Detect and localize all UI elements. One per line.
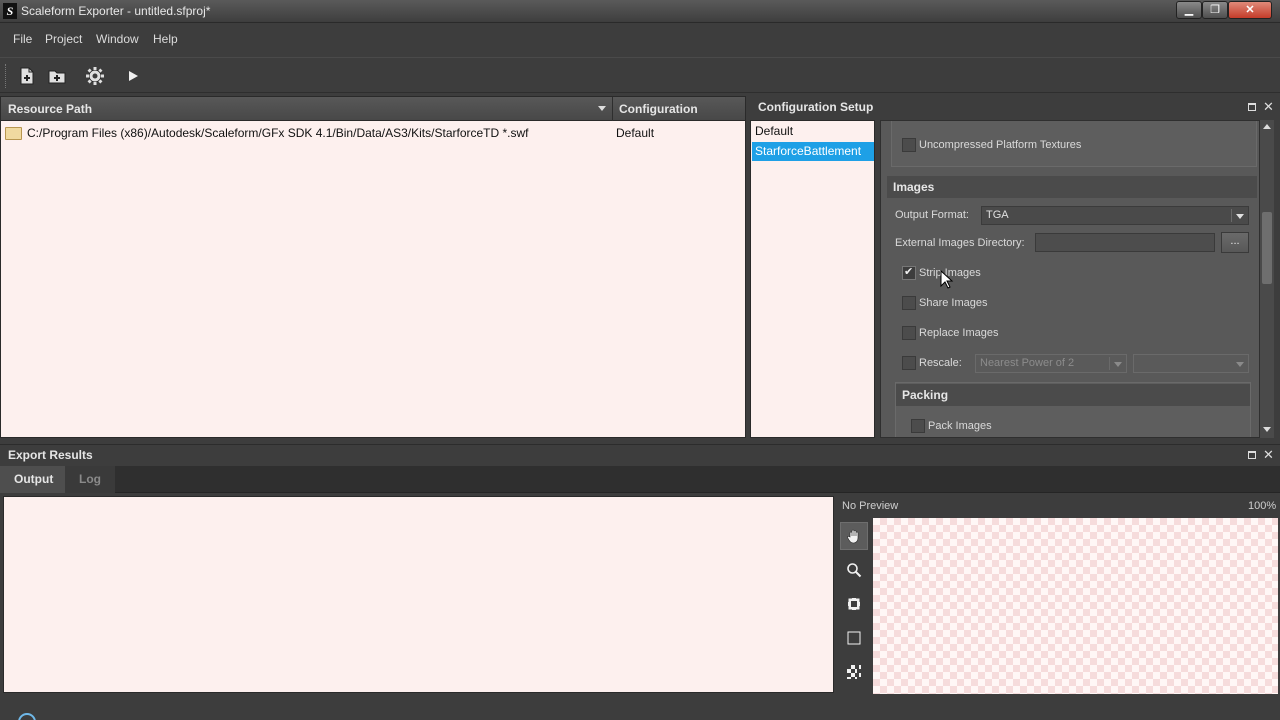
status-bar	[0, 697, 1280, 720]
config-item-default[interactable]: Default	[752, 122, 874, 141]
preview-canvas[interactable]	[873, 518, 1278, 694]
close-panel-icon[interactable]: ✕	[1263, 99, 1274, 115]
preview-toolbar	[838, 518, 870, 694]
resource-path-header[interactable]: Resource Path	[8, 102, 92, 116]
window-title: Scaleform Exporter - untitled.sfproj*	[21, 4, 211, 18]
menu-project[interactable]: Project	[45, 32, 82, 46]
menu-window[interactable]: Window	[96, 32, 139, 46]
table-row[interactable]: C:/Program Files (x86)/Autodesk/Scalefor…	[1, 124, 745, 142]
rescale-mode-select[interactable]: Nearest Power of 2	[975, 354, 1127, 373]
menu-help[interactable]: Help	[153, 32, 178, 46]
chevron-down-icon	[1236, 362, 1244, 367]
zoom-tool-button[interactable]	[840, 556, 868, 584]
share-images-checkbox[interactable]	[902, 296, 916, 310]
config-scrollbar[interactable]	[1260, 120, 1274, 438]
checker-background-button[interactable]	[840, 658, 868, 686]
status-spinner-icon	[18, 713, 36, 720]
resource-config-cell: Default	[616, 126, 655, 140]
config-setup-header: Configuration Setup ✕	[750, 96, 1280, 118]
replace-images-checkbox[interactable]	[902, 326, 916, 340]
minimize-button[interactable]: ▁	[1176, 1, 1202, 19]
fit-view-button[interactable]	[840, 590, 868, 618]
actual-size-icon	[847, 631, 861, 645]
pack-images-label: Pack Images	[928, 420, 992, 432]
combo-separator	[1231, 209, 1232, 222]
run-button[interactable]	[122, 65, 144, 87]
configuration-header[interactable]: Configuration	[619, 102, 698, 116]
close-panel-icon[interactable]: ✕	[1263, 447, 1274, 463]
resource-path-cell: C:/Program Files (x86)/Autodesk/Scalefor…	[27, 126, 529, 140]
maximize-panel-icon[interactable]	[1248, 103, 1256, 111]
output-format-value: TGA	[986, 209, 1009, 221]
resource-panel: Resource Path Configuration C:/Program F…	[0, 96, 746, 438]
preview-status: No Preview	[842, 500, 899, 512]
window-controls: ▁ ❐ ✕	[1176, 1, 1272, 19]
app-logo-icon: S	[3, 3, 17, 19]
mouse-cursor-icon	[940, 270, 954, 289]
tab-output[interactable]: Output	[0, 466, 68, 493]
rescale-label: Rescale:	[919, 357, 962, 369]
add-file-button[interactable]	[16, 65, 38, 87]
chevron-down-icon	[1114, 362, 1122, 367]
magnifier-icon	[847, 563, 862, 578]
sort-down-icon[interactable]	[598, 106, 606, 111]
rescale-secondary-select[interactable]	[1133, 354, 1249, 373]
strip-images-checkbox[interactable]	[902, 265, 916, 280]
toolbar-grip[interactable]	[5, 64, 8, 88]
scroll-down-icon[interactable]	[1263, 427, 1271, 432]
menu-bar: File Project Window Help	[0, 24, 1280, 56]
scroll-up-icon[interactable]	[1263, 124, 1271, 129]
external-dir-input[interactable]	[1035, 233, 1215, 252]
config-properties-pane: Uncompressed Platform Textures Images Ou…	[880, 120, 1260, 438]
replace-images-label: Replace Images	[919, 327, 999, 339]
external-dir-label: External Images Directory:	[895, 237, 1025, 249]
rescale-checkbox[interactable]	[902, 356, 916, 370]
settings-gear-icon	[86, 67, 104, 85]
hand-icon	[847, 529, 859, 544]
settings-button[interactable]	[84, 65, 106, 87]
menu-file[interactable]: File	[13, 32, 32, 46]
tab-log[interactable]: Log	[65, 466, 115, 493]
packing-section-header[interactable]: Packing	[896, 384, 1250, 406]
add-folder-button[interactable]	[46, 65, 68, 87]
checker-icon	[847, 665, 861, 679]
restore-button[interactable]: ❐	[1202, 1, 1228, 19]
folder-icon	[5, 127, 22, 140]
uncompressed-textures-label: Uncompressed Platform Textures	[919, 139, 1082, 151]
resource-header: Resource Path Configuration	[1, 97, 745, 121]
config-list: Default StarforceBattlement	[750, 120, 875, 438]
column-divider[interactable]	[612, 97, 613, 121]
pack-images-checkbox[interactable]	[911, 419, 925, 433]
combo-separator	[1109, 357, 1110, 370]
fit-icon	[847, 597, 861, 611]
output-text-area[interactable]	[3, 496, 834, 693]
pan-tool-button[interactable]	[840, 522, 868, 550]
export-results-title: Export Results	[8, 448, 93, 462]
maximize-panel-icon[interactable]	[1248, 451, 1256, 459]
play-icon	[129, 71, 138, 81]
uncompressed-textures-checkbox[interactable]	[902, 138, 916, 152]
share-images-label: Share Images	[919, 297, 988, 309]
title-bar: S Scaleform Exporter - untitled.sfproj* …	[0, 0, 1280, 23]
export-tabs: Output Log	[0, 466, 1280, 493]
chevron-down-icon	[1236, 214, 1244, 219]
rescale-mode-value: Nearest Power of 2	[980, 357, 1075, 369]
config-setup-title: Configuration Setup	[758, 100, 874, 114]
toolbar	[0, 57, 1280, 93]
add-file-icon	[20, 67, 34, 85]
add-folder-icon	[48, 70, 66, 84]
images-section-header[interactable]: Images	[887, 176, 1257, 198]
output-format-label: Output Format:	[895, 209, 969, 221]
export-results-header: Export Results ✕	[0, 444, 1280, 466]
browse-button[interactable]: ...	[1221, 232, 1249, 253]
output-format-select[interactable]: TGA	[981, 206, 1249, 225]
close-button[interactable]: ✕	[1228, 1, 1272, 19]
zoom-level: 100%	[1248, 500, 1277, 512]
actual-size-button[interactable]	[840, 624, 868, 652]
config-item-starforcebattlement[interactable]: StarforceBattlement	[752, 142, 874, 161]
scroll-thumb[interactable]	[1262, 212, 1272, 284]
